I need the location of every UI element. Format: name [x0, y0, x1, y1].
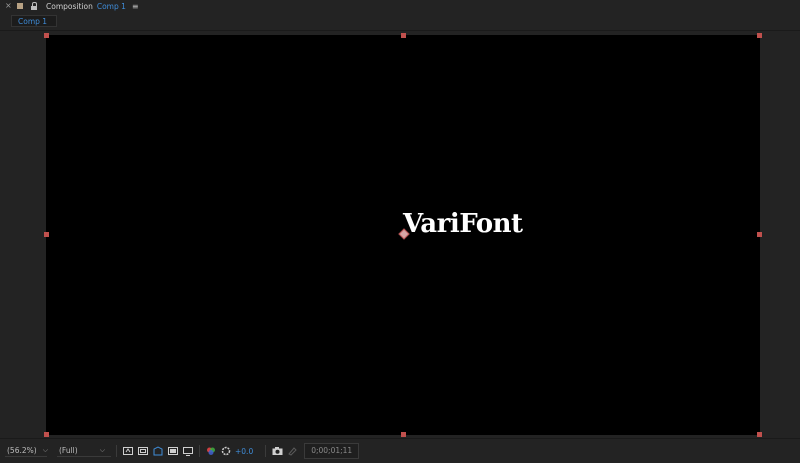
text-layer-varifont[interactable]: VariFont	[403, 209, 523, 239]
toolbar-divider	[199, 445, 200, 457]
resolution-dropdown[interactable]: (Full) ⌵	[57, 445, 111, 457]
composition-name-dropdown[interactable]: Comp 1	[97, 2, 126, 11]
current-time-display[interactable]: 0;00;01;11	[304, 443, 360, 459]
channel-rgb-icon[interactable]	[205, 445, 217, 457]
handle-top-right[interactable]	[757, 33, 762, 38]
handle-middle-right[interactable]	[757, 232, 762, 237]
composition-viewer[interactable]: VariFont	[0, 31, 800, 438]
panel-header: × Composition Comp 1 ≡	[0, 0, 800, 12]
snapshot-camera-icon[interactable]	[271, 445, 283, 457]
panel-title: Composition	[46, 1, 93, 11]
composition-tab-bar: Comp 1	[0, 12, 800, 31]
region-of-interest-icon[interactable]	[137, 445, 149, 457]
reset-exposure-icon[interactable]	[220, 445, 232, 457]
panel-menu-icon[interactable]: ≡	[132, 2, 139, 11]
anchor-point-icon[interactable]	[398, 228, 408, 238]
handle-top-left[interactable]	[44, 33, 49, 38]
viewer-toolbar: (56.2%) ⌵ (Full) ⌵ +0.0 0;00;01;11	[0, 438, 800, 463]
toolbar-divider	[265, 445, 267, 457]
show-snapshot-icon[interactable]	[286, 445, 298, 457]
magnification-dropdown[interactable]: (56.2%) ⌵	[5, 445, 48, 457]
toolbar-divider	[116, 445, 117, 457]
composition-canvas[interactable]: VariFont	[46, 35, 760, 435]
handle-top-center[interactable]	[401, 33, 406, 38]
toggle-mask-and-shape-path-visibility-icon[interactable]	[122, 445, 134, 457]
grid-and-guides-icon[interactable]	[167, 445, 179, 457]
chevron-down-icon: ⌵	[99, 446, 105, 454]
handle-bottom-left[interactable]	[44, 432, 49, 437]
transparency-grid-icon[interactable]	[152, 445, 164, 457]
handle-middle-left[interactable]	[44, 232, 49, 237]
exposure-value[interactable]: +0.0	[235, 447, 253, 456]
handle-bottom-center[interactable]	[401, 432, 406, 437]
magnification-value: (56.2%)	[7, 446, 37, 455]
handle-bottom-right[interactable]	[757, 432, 762, 437]
chevron-down-icon: ⌵	[42, 446, 48, 454]
resolution-value: (Full)	[59, 446, 78, 455]
lock-icon[interactable]	[30, 2, 38, 10]
close-icon[interactable]: ×	[5, 0, 14, 12]
3d-view-icon[interactable]	[182, 445, 194, 457]
label-color-swatch[interactable]	[17, 3, 23, 9]
tab-comp-1[interactable]: Comp 1	[11, 15, 57, 27]
